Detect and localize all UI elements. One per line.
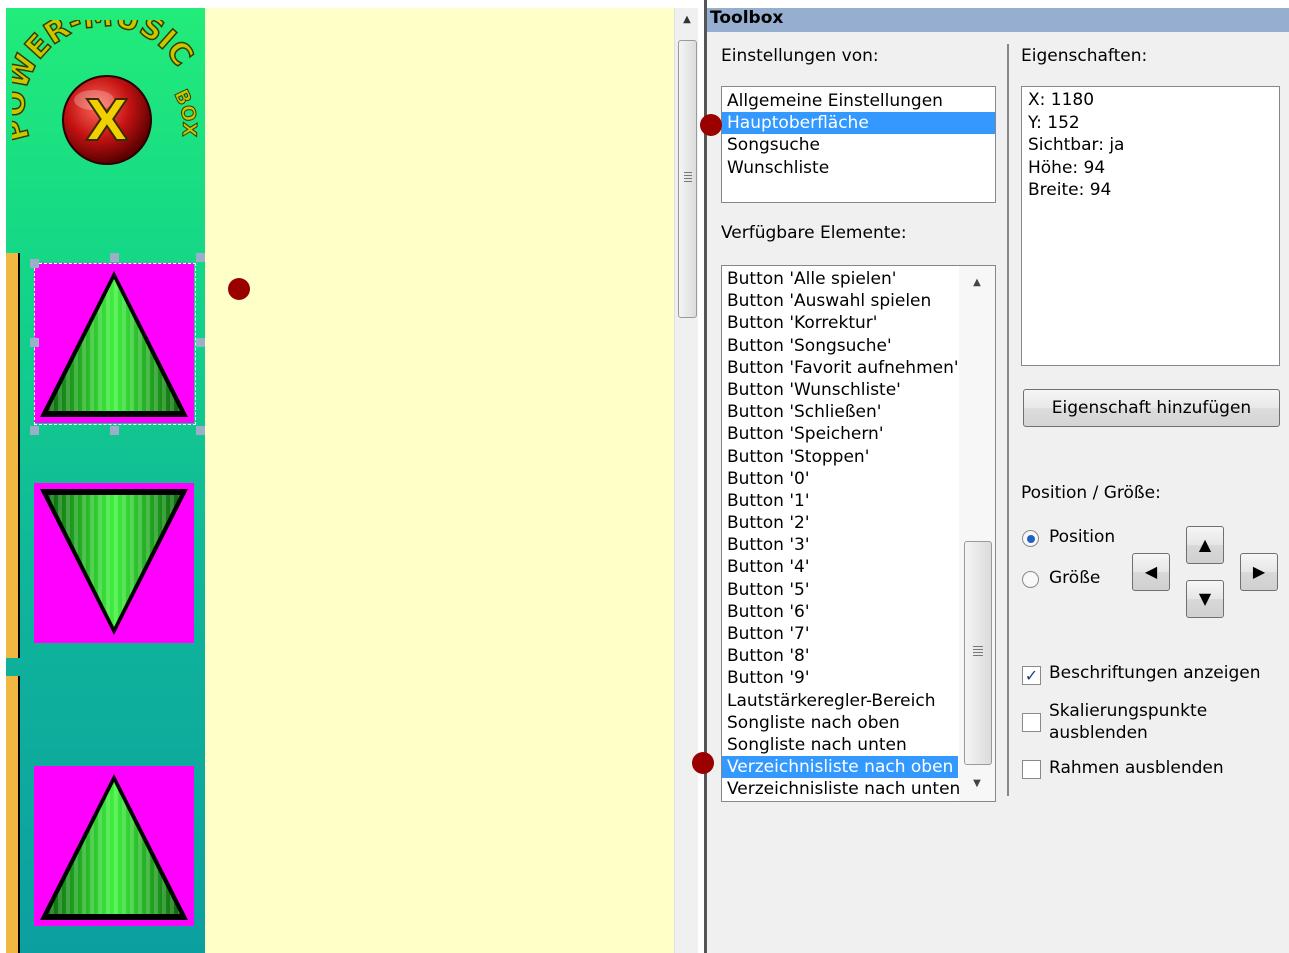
move-right-button[interactable]: ▶ <box>1240 553 1278 591</box>
elements-scroll-thumb[interactable] <box>964 541 992 765</box>
element-list-item[interactable]: Button '2' <box>722 512 958 534</box>
show-labels-checkbox[interactable]: ✓ <box>1022 666 1041 685</box>
hide-frame-label[interactable]: Rahmen ausblenden <box>1049 758 1224 778</box>
scroll-thumb[interactable] <box>678 40 697 318</box>
element-list-item[interactable]: Songliste nach unten <box>722 734 958 756</box>
element-list-item[interactable]: Button '1' <box>722 490 958 512</box>
resize-handle-nw[interactable] <box>30 259 39 268</box>
move-left-button[interactable]: ◀ <box>1132 553 1170 591</box>
hide-frame-checkbox[interactable] <box>1022 760 1041 779</box>
move-down-button[interactable]: ▼ <box>1186 580 1224 618</box>
show-labels-label[interactable]: Beschriftungen anzeigen <box>1049 663 1260 683</box>
element-list-item[interactable]: Button 'Wunschliste' <box>722 379 958 401</box>
toolbox-title: Toolbox <box>707 8 1289 32</box>
orange-frame-top <box>6 253 20 658</box>
triangle-up-icon <box>40 271 188 417</box>
resize-handle-e[interactable] <box>196 338 205 347</box>
arrow-down-icon: ▼ <box>1198 589 1212 608</box>
available-elements-label: Verfügbare Elemente: <box>721 223 907 243</box>
element-list-item[interactable]: Button '4' <box>722 556 958 578</box>
element-list-item[interactable]: Button '0' <box>722 468 958 490</box>
available-elements-listbox[interactable]: Button 'Alle spielen' Button 'Auswahl spi… <box>721 265 996 802</box>
element-list-item[interactable]: Button 'Favorit aufnehmen' <box>722 357 959 379</box>
power-musicbox-logo: POWER-MUSIC BOX X <box>12 20 200 165</box>
property-line: Y: 152 <box>1028 112 1080 133</box>
toolbox-panel: Toolbox Einstellungen von: Allgemeine Ei… <box>707 8 1289 953</box>
elements-scrollbar[interactable]: ▲ ▼ <box>959 266 995 801</box>
resize-handle-s[interactable] <box>110 426 119 435</box>
column-separator <box>1007 44 1009 796</box>
element-list-item[interactable]: Button '8' <box>722 645 958 667</box>
annotation-marker <box>228 278 250 300</box>
element-list-item[interactable]: Button 'Stoppen' <box>722 446 958 468</box>
resize-handle-ne[interactable] <box>196 253 205 262</box>
element-list-item[interactable]: Button '9' <box>722 667 958 689</box>
settings-of-label: Einstellungen von: <box>721 46 879 66</box>
scroll-down-icon[interactable]: ▼ <box>959 769 995 799</box>
element-list-item[interactable]: Button 'Speichern' <box>722 423 958 445</box>
orange-frame-bottom <box>6 676 20 953</box>
position-radio-label[interactable]: Position <box>1049 527 1115 547</box>
settings-list-item[interactable]: Allgemeine Einstellungen <box>722 90 995 112</box>
resize-handle-n[interactable] <box>110 253 119 262</box>
logo-side-text: BOX <box>169 86 200 139</box>
element-list-item[interactable]: Button '3' <box>722 534 958 556</box>
element-list-item[interactable]: Button '7' <box>722 623 958 645</box>
settings-of-listbox[interactable]: Allgemeine Einstellungen Hauptoberfläche S… <box>721 86 996 203</box>
skin-canvas[interactable]: POWER-MUSIC BOX X <box>6 8 674 953</box>
element-list-item[interactable]: Button 'Alle spielen' <box>722 268 958 290</box>
properties-label: Eigenschaften: <box>1021 46 1148 66</box>
element-list-item[interactable]: Songliste nach oben <box>722 712 958 734</box>
up-arrow-button-2[interactable] <box>34 766 194 926</box>
scroll-up-icon[interactable]: ▲ <box>675 8 699 32</box>
add-property-button[interactable]: Eigenschaft hinzufügen <box>1023 389 1280 427</box>
annotation-marker-settings <box>700 114 722 136</box>
resize-handle-se[interactable] <box>196 426 205 435</box>
size-radio[interactable] <box>1022 571 1039 588</box>
hide-scale-points-checkbox[interactable] <box>1022 713 1041 732</box>
triangle-down-icon <box>40 489 188 635</box>
property-line: Sichtbar: ja <box>1028 135 1125 155</box>
element-list-item[interactable]: Button 'Auswahl spielen <box>722 290 958 312</box>
element-list-item[interactable]: Verzeichnisliste nach unten <box>722 778 960 800</box>
element-list-item[interactable]: Button 'Schließen' <box>722 401 958 423</box>
element-list-item[interactable]: Button 'Korrektur' <box>722 312 958 334</box>
settings-list-item[interactable]: Songsuche <box>722 134 995 156</box>
up-arrow-button[interactable] <box>34 263 194 423</box>
property-line: X: 1180 <box>1028 90 1095 110</box>
arrow-right-icon: ▶ <box>1252 562 1266 581</box>
canvas-vertical-scrollbar[interactable]: ▲ <box>674 8 698 953</box>
element-list-item[interactable]: Button 'Songsuche' <box>722 335 958 357</box>
settings-list-item[interactable]: Hauptoberfläche <box>722 112 995 135</box>
scroll-up-icon[interactable]: ▲ <box>959 268 995 298</box>
element-list-item[interactable]: Lautstärkeregler-Bereich <box>722 690 958 712</box>
position-size-label: Position / Größe: <box>1021 483 1161 503</box>
svg-text:BOX: BOX <box>169 86 200 138</box>
resize-handle-w[interactable] <box>30 338 39 347</box>
move-up-button[interactable]: ▲ <box>1186 526 1224 564</box>
logo-letter: X <box>85 89 128 154</box>
resize-handle-sw[interactable] <box>30 426 39 435</box>
element-list-item[interactable]: Verzeichnisliste nach oben <box>722 756 958 779</box>
arrow-up-icon: ▲ <box>1198 535 1212 554</box>
element-list-item[interactable]: Button '6' <box>722 601 958 623</box>
property-line: Höhe: 94 <box>1028 157 1106 178</box>
arrow-left-icon: ◀ <box>1144 562 1158 581</box>
position-radio[interactable] <box>1022 530 1039 547</box>
skin-panel: POWER-MUSIC BOX X <box>6 8 205 953</box>
hide-scale-points-label[interactable]: Skalierungspunkte ausblenden <box>1049 700 1239 744</box>
triangle-up-icon <box>40 774 188 920</box>
property-line: Breite: 94 <box>1028 180 1112 200</box>
size-radio-label[interactable]: Größe <box>1049 568 1100 588</box>
down-arrow-button[interactable] <box>34 483 194 643</box>
element-list-item[interactable]: Button '5' <box>722 579 958 601</box>
annotation-marker-elements <box>692 752 714 774</box>
properties-box[interactable]: X: 1180 Y: 152 Sichtbar: ja Höhe: 94 Breite:… <box>1021 86 1280 366</box>
settings-list-item[interactable]: Wunschliste <box>722 157 995 179</box>
